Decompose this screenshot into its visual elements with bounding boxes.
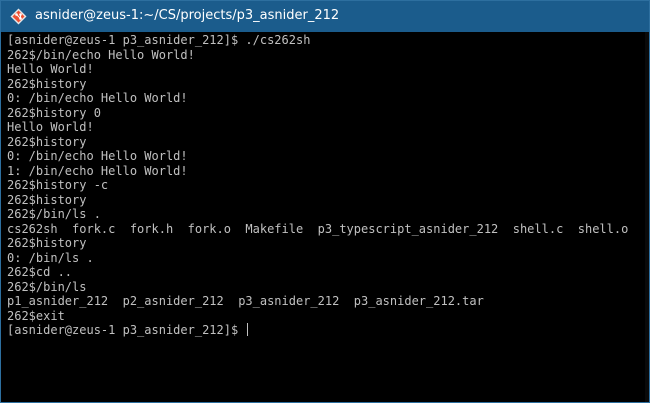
terminal-line-text: Hello World! [7,120,94,134]
terminal-line-text: [asnider@zeus-1 p3_asnider_212]$ ./cs262… [7,33,311,47]
terminal-line: 0: /bin/echo Hello World! [7,91,628,106]
terminal-line-text: Hello World! [7,62,94,76]
title-bar[interactable]: asnider@zeus-1:~/CS/projects/p3_asnider_… [1,1,649,32]
terminal-line: 1: /bin/echo Hello World! [7,164,628,179]
terminal-line-text: 262$cd .. [7,265,73,279]
terminal-line-text: [asnider@zeus-1 p3_asnider_212]$ [7,323,246,337]
terminal-line-text: p1_asnider_212 p2_asnider_212 p3_asnider… [7,294,484,308]
terminal-line: 262$history [7,236,628,251]
terminal-line-text: 262$exit [7,308,65,323]
window-title: asnider@zeus-1:~/CS/projects/p3_asnider_… [35,8,340,23]
terminal-line-text: 262$history [7,192,87,207]
terminal-line: 262$history [7,193,628,208]
terminal-line: 262$history [7,135,628,150]
terminal-line: 0: /bin/ls . [7,251,628,266]
terminal-output[interactable]: [asnider@zeus-1 p3_asnider_212]$ ./cs262… [1,32,649,402]
terminal-line: 262$history [7,77,628,92]
terminal-line-text: cs262sh fork.c fork.h fork.o Makefile p3… [7,221,629,236]
terminal-lines: [asnider@zeus-1 p3_asnider_212]$ ./cs262… [7,33,628,338]
text-cursor [247,323,249,336]
terminal-line-text: 262$history [7,236,87,250]
terminal-line: p1_asnider_212 p2_asnider_212 p3_asnider… [7,294,628,309]
terminal-line-text: 262$/bin/ls [7,279,87,294]
terminal-line-text: 262$/bin/ls . [7,207,101,221]
terminal-line: 262$cd .. [7,265,628,280]
terminal-line: 262$history -c [7,178,628,193]
terminal-line-text: 262$history 0 [7,105,101,120]
terminal-line-text: 262$history -c [7,178,109,192]
terminal-line: 262$/bin/ls [7,280,628,295]
terminal-line: 262$/bin/echo Hello World! [7,48,628,63]
terminal-line-text: 262$/bin/echo Hello World! [7,47,195,62]
terminal-line: cs262sh fork.c fork.h fork.o Makefile p3… [7,222,628,237]
terminal-line: 262$/bin/ls . [7,207,628,222]
terminal-line-text: 262$history [7,76,87,91]
terminal-line: [asnider@zeus-1 p3_asnider_212]$ [7,323,628,338]
terminal-window: asnider@zeus-1:~/CS/projects/p3_asnider_… [0,0,650,403]
terminal-line-text: 0: /bin/echo Hello World! [7,91,188,105]
terminal-line: Hello World! [7,120,628,135]
terminal-line: [asnider@zeus-1 p3_asnider_212]$ ./cs262… [7,33,628,48]
git-bash-diamond-icon [10,8,27,25]
terminal-line: 0: /bin/echo Hello World! [7,149,628,164]
terminal-line: 262$history 0 [7,106,628,121]
terminal-line: 262$exit [7,309,628,324]
terminal-line: Hello World! [7,62,628,77]
terminal-line-text: 0: /bin/echo Hello World! [7,149,188,163]
terminal-line-text: 262$history [7,134,87,149]
terminal-line-text: 0: /bin/ls . [7,250,94,265]
terminal-line-text: 1: /bin/echo Hello World! [7,163,188,178]
scrollbar[interactable] [645,32,649,402]
